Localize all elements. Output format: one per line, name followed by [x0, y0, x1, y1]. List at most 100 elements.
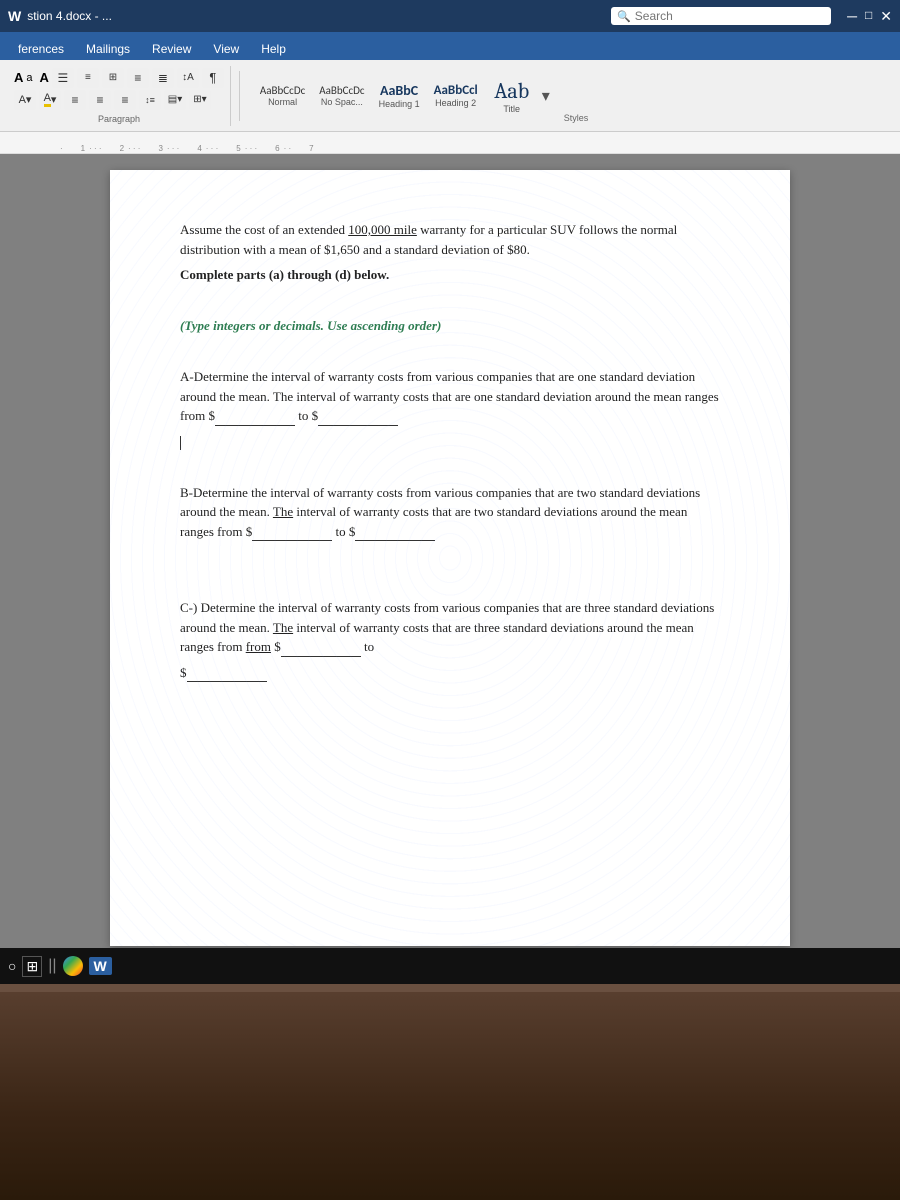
minimize-btn[interactable]: ─ — [847, 8, 857, 25]
cursor-line-p — [180, 432, 720, 452]
styles-expand-icon: ▾ — [542, 86, 550, 106]
tab-review[interactable]: Review — [142, 38, 201, 60]
the-interval-c: The — [273, 620, 293, 635]
heading1-label: Heading 1 — [379, 99, 420, 109]
taskbar-divider: || — [48, 957, 56, 975]
desk-area — [0, 984, 900, 1200]
align-right-btn[interactable]: ≣ — [152, 68, 174, 88]
the-interval-b: The — [273, 504, 293, 519]
ruler-dots-6: · · — [284, 144, 292, 153]
search-icon: 🔍 — [617, 10, 631, 23]
title-label: Title — [503, 104, 520, 114]
ruler-mark-6: 6 — [275, 144, 279, 153]
maximize-btn[interactable]: □ — [865, 8, 872, 25]
ruler-dots-2: · · · — [128, 144, 140, 153]
font-row2: A▾ A▾ ≡ ≡ ≡ ↕≡ ▤▾ ⊞▾ — [14, 90, 224, 110]
align-center2-btn[interactable]: ≡ — [89, 90, 111, 110]
indent-right-btn[interactable]: ⊞ — [102, 68, 124, 88]
tab-mailings[interactable]: Mailings — [76, 38, 140, 60]
cursor — [180, 436, 181, 450]
ruler-mark-0: · — [60, 144, 63, 153]
font-row1: A a A ☰ ≡ ⊞ ≡ ≣ ↕A ¶ — [14, 68, 224, 88]
part-a-para: A-Determine the interval of warranty cos… — [180, 367, 720, 426]
styles-label: Styles — [564, 113, 589, 127]
pilcrow-btn[interactable]: ¶ — [202, 68, 224, 88]
from-underline: from — [246, 639, 271, 654]
part-c-para: C-) Determine the interval of warranty c… — [180, 598, 720, 657]
nospace-preview: AaBbCcDc — [319, 84, 364, 97]
align-justify-btn[interactable]: ≡ — [127, 68, 149, 88]
ruler-mark-5: 5 — [236, 144, 240, 153]
normal-label: Normal — [268, 97, 297, 107]
sort-btn[interactable]: ↕A — [177, 68, 199, 88]
font-color-btn[interactable]: A▾ — [14, 90, 36, 110]
fill-b1 — [252, 540, 332, 541]
ribbon-divider-1 — [239, 71, 240, 121]
desk-surface — [0, 984, 900, 992]
fill-a1 — [215, 425, 295, 426]
tab-help[interactable]: Help — [251, 38, 296, 60]
taskbar-grid[interactable]: ⊞ — [22, 956, 42, 977]
ruler-mark-7: 7 — [309, 144, 313, 153]
ruler-dots-1: · · · — [89, 144, 101, 153]
close-btn[interactable]: ✕ — [880, 8, 892, 25]
paragraph-label: Paragraph — [14, 114, 224, 124]
taskbar-word[interactable]: W — [89, 957, 112, 975]
part-b-para: B-Determine the interval of warranty cos… — [180, 483, 720, 542]
word-icon: W — [8, 8, 21, 24]
ruler-mark-2: 2 — [120, 144, 124, 153]
title-bar-left: W stion 4.docx - ... — [8, 8, 603, 24]
ribbon-tabs: ferences Mailings Review View Help — [0, 32, 900, 60]
page: Assume the cost of an extended 100,000 m… — [110, 170, 790, 946]
align-left2-btn[interactable]: ≡ — [64, 90, 86, 110]
align-justify2-btn[interactable]: ≡ — [114, 90, 136, 110]
search-box[interactable]: 🔍 — [611, 7, 831, 25]
style-heading1[interactable]: AaBbC Heading 1 — [373, 69, 426, 123]
page-content[interactable]: Assume the cost of an extended 100,000 m… — [180, 220, 720, 682]
taskbar: ○ ⊞ || W — [0, 948, 900, 984]
font-name-label: A — [14, 70, 23, 85]
style-heading2[interactable]: AaBbCcl Heading 2 — [428, 69, 484, 123]
title-preview: Aab — [494, 78, 529, 104]
ruler-mark-1: 1 — [81, 144, 85, 153]
normal-preview: AaBbCcDc — [260, 84, 305, 97]
search-input[interactable] — [635, 9, 795, 23]
title-text: stion 4.docx - ... — [27, 9, 112, 23]
styles-expand-btn[interactable]: ▾ — [540, 84, 552, 108]
instruction-para: (Type integers or decimals. Use ascendin… — [180, 316, 720, 336]
nospace-label: No Spac... — [321, 97, 363, 107]
word-application: W stion 4.docx - ... 🔍 ─ □ ✕ ferences Ma… — [0, 0, 900, 984]
fill-a2 — [318, 425, 398, 426]
ruler: · 1 · · · 2 · · · 3 · · · 4 · · · 5 · · … — [0, 132, 900, 154]
fill-c2 — [187, 681, 267, 682]
taskbar-google[interactable] — [63, 956, 83, 976]
document-scroll-area[interactable]: Assume the cost of an extended 100,000 m… — [0, 154, 900, 962]
fill-b2 — [355, 540, 435, 541]
underline-miles: 100,000 mile — [348, 222, 417, 237]
style-nospace[interactable]: AaBbCcDc No Spac... — [313, 69, 370, 123]
heading2-preview: AaBbCcl — [434, 83, 478, 98]
main-paragraph: Assume the cost of an extended 100,000 m… — [180, 220, 720, 259]
fill-c1 — [281, 656, 361, 657]
complete-parts: Complete parts (a) through (d) below. — [180, 265, 720, 285]
complete-bold: Complete parts (a) through (d) below. — [180, 267, 389, 282]
ruler-mark-3: 3 — [158, 144, 162, 153]
style-title[interactable]: Aab Title — [486, 69, 538, 123]
tab-ferences[interactable]: ferences — [8, 38, 74, 60]
line-spacing-btn[interactable]: ↕≡ — [139, 90, 161, 110]
border-btn[interactable]: ⊞▾ — [189, 90, 211, 110]
style-normal[interactable]: AaBbCcDc Normal — [254, 69, 311, 123]
ruler-mark-4: 4 — [197, 144, 201, 153]
list-btn[interactable]: ☰ — [52, 68, 74, 88]
ribbon-toolbar: A a A ☰ ≡ ⊞ ≡ ≣ ↕A ¶ A▾ A▾ ≡ — [0, 60, 900, 132]
heading2-label: Heading 2 — [435, 98, 476, 108]
instruction-text: (Type integers or decimals. Use ascendin… — [180, 318, 441, 333]
taskbar-circle[interactable]: ○ — [8, 958, 16, 974]
ruler-marks: · 1 · · · 2 · · · 3 · · · 4 · · · 5 · · … — [60, 132, 314, 153]
shading-btn[interactable]: ▤▾ — [164, 90, 186, 110]
tab-view[interactable]: View — [203, 38, 249, 60]
indent-btn[interactable]: ≡ — [77, 68, 99, 88]
highlight-btn[interactable]: A▾ — [39, 90, 61, 110]
part-c-end: $ — [180, 663, 720, 683]
heading1-preview: AaBbC — [380, 82, 418, 99]
